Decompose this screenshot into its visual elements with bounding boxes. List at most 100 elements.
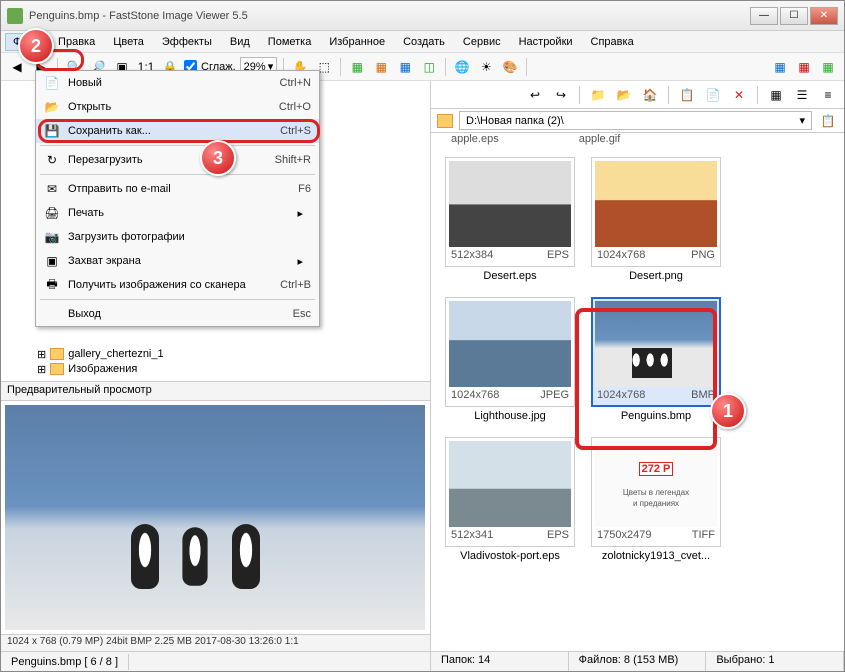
menu-help[interactable]: Справка — [583, 33, 642, 51]
sep — [340, 58, 341, 76]
status-folders: Папок: 14 — [431, 652, 569, 671]
menu-edit[interactable]: Правка — [50, 33, 103, 51]
menu-effects[interactable]: Эффекты — [154, 33, 220, 51]
thumb-image — [595, 161, 717, 247]
preview-image[interactable] — [5, 405, 425, 630]
path-input[interactable]: D:\Новая папка (2)\ ▾ — [459, 111, 812, 130]
delete-icon[interactable]: ✕ — [729, 85, 749, 105]
move-icon[interactable]: 📄 — [703, 85, 723, 105]
thumb-format: EPS — [547, 529, 569, 543]
menu-view[interactable]: Вид — [222, 33, 258, 51]
thumbnail-zolotnicky1913_cvet...[interactable]: 272 РЦветы в легендахи преданиях1750x247… — [591, 437, 721, 565]
menu-item-label: Захват экрана — [68, 255, 289, 267]
menu-item-label: Загрузить фотографии — [68, 231, 303, 243]
thumb-view-icon[interactable]: ▦ — [766, 85, 786, 105]
menu-item-icon: 💾 — [44, 123, 60, 139]
folder-icon — [50, 348, 64, 360]
thumbs-header: apple.eps apple.gif — [431, 133, 844, 151]
status-files: Файлов: 8 (153 MB) — [569, 652, 707, 671]
nav-fwd-icon[interactable]: ↪ — [551, 85, 571, 105]
col1: apple.eps — [451, 133, 499, 151]
folder-icon — [50, 363, 64, 375]
expand-icon[interactable]: ⊞ — [37, 348, 46, 361]
thumbnail-Vladivostok-port.eps[interactable]: 512x341EPS Vladivostok-port.eps — [445, 437, 575, 565]
menu-separator — [40, 174, 315, 175]
menu-favorites[interactable]: Избранное — [321, 33, 393, 51]
file-menu-dropdown: 📄 Новый Ctrl+N📂 Открыть Ctrl+O💾 Сохранит… — [35, 70, 320, 327]
thumbnail-Penguins.bmp[interactable]: 1024x768BMP Penguins.bmp — [591, 297, 721, 425]
tree-item[interactable]: ⊞ Изображения — [7, 362, 424, 377]
minimize-button[interactable]: — — [750, 7, 778, 25]
menu-item-загрузить-фотографии[interactable]: 📷 Загрузить фотографии — [36, 225, 319, 249]
col2: apple.gif — [579, 133, 621, 151]
status-file: Penguins.bmp [ 6 / 8 ] — [1, 654, 129, 670]
view2-icon[interactable]: ▦ — [794, 57, 814, 77]
close-button[interactable]: ✕ — [810, 7, 838, 25]
thumb-filename: Desert.png — [591, 267, 721, 285]
menu-item-новый[interactable]: 📄 Новый Ctrl+N — [36, 71, 319, 95]
menu-item-выход[interactable]: Выход Esc — [36, 302, 319, 326]
expand-icon[interactable]: ⊞ — [37, 363, 46, 376]
menu-item-печать[interactable]: 🖨 Печать ▸ — [36, 201, 319, 225]
menu-item-label: Отправить по e-mail — [68, 183, 290, 195]
menu-item-отправить-по-e-mail[interactable]: ✉ Отправить по e-mail F6 — [36, 177, 319, 201]
palette-icon[interactable]: 🎨 — [500, 57, 520, 77]
thumb-filename: Desert.eps — [445, 267, 575, 285]
nav-back-icon[interactable]: ↩ — [525, 85, 545, 105]
chevron-down-icon: ▾ — [799, 114, 805, 127]
titlebar: Penguins.bmp - FastStone Image Viewer 5.… — [1, 1, 844, 31]
view3-icon[interactable]: ▦ — [818, 57, 838, 77]
callout-3: 3 — [200, 140, 236, 176]
thumbnail-Desert.eps[interactable]: 512x384EPS Desert.eps — [445, 157, 575, 285]
tree-label: gallery_chertezni_1 — [68, 348, 163, 360]
maximize-button[interactable]: ☐ — [780, 7, 808, 25]
menu-item-label: Открыть — [68, 101, 271, 113]
pathbar: D:\Новая папка (2)\ ▾ 📋 — [431, 109, 844, 133]
tree-item[interactable]: ⊞ gallery_chertezni_1 — [7, 347, 424, 362]
menu-item-icon: 🖨 — [44, 205, 60, 221]
menu-item-icon: ↻ — [44, 152, 60, 168]
sun-icon[interactable]: ☀ — [476, 57, 496, 77]
menu-item-получить-изображения-со-сканера[interactable]: 🖶 Получить изображения со сканера Ctrl+B — [36, 273, 319, 297]
menu-item-label: Получить изображения со сканера — [68, 279, 272, 291]
thumbnail-Lighthouse.jpg[interactable]: 1024x768JPEG Lighthouse.jpg — [445, 297, 575, 425]
sep — [445, 58, 446, 76]
preview-panel — [1, 401, 430, 634]
menu-item-label: Печать — [68, 207, 289, 219]
thumb-dim: 1024x768 — [451, 389, 499, 403]
thumb-image — [449, 301, 571, 387]
menu-service[interactable]: Сервис — [455, 33, 509, 51]
tool-d-icon[interactable]: ◫ — [419, 57, 439, 77]
thumb-format: BMP — [691, 389, 715, 403]
menu-item-перезагрузить[interactable]: ↻ Перезагрузить Shift+R — [36, 148, 319, 172]
menu-create[interactable]: Создать — [395, 33, 453, 51]
menu-mark[interactable]: Пометка — [260, 33, 320, 51]
copy-icon[interactable]: 📋 — [677, 85, 697, 105]
view1-icon[interactable]: ▦ — [770, 57, 790, 77]
home-icon[interactable]: 🏠 — [640, 85, 660, 105]
tool-a-icon[interactable]: ▦ — [347, 57, 367, 77]
new-folder-icon[interactable]: 📂 — [614, 85, 634, 105]
list-view-icon[interactable]: ☰ — [792, 85, 812, 105]
thumbnail-grid[interactable]: 512x384EPS Desert.eps1024x768PNG Desert.… — [431, 151, 844, 651]
sep — [526, 58, 527, 76]
refresh-icon[interactable]: 📋 — [818, 111, 838, 131]
callout-1: 1 — [710, 393, 746, 429]
menu-item-label: Сохранить как... — [68, 125, 272, 137]
up-icon[interactable]: 📁 — [588, 85, 608, 105]
tool-c-icon[interactable]: ▦ — [395, 57, 415, 77]
tool-b-icon[interactable]: ▦ — [371, 57, 391, 77]
globe-icon[interactable]: 🌐 — [452, 57, 472, 77]
menu-item-захват-экрана[interactable]: ▣ Захват экрана ▸ — [36, 249, 319, 273]
detail-view-icon[interactable]: ≡ — [818, 85, 838, 105]
thumbnail-Desert.png[interactable]: 1024x768PNG Desert.png — [591, 157, 721, 285]
menu-item-открыть[interactable]: 📂 Открыть Ctrl+O — [36, 95, 319, 119]
menu-item-сохранить-как-[interactable]: 💾 Сохранить как... Ctrl+S — [36, 119, 319, 143]
right-panel: ↩ ↪ 📁 📂 🏠 📋 📄 ✕ ▦ ☰ ≡ D:\Новая папка (2)… — [431, 81, 844, 671]
callout-2: 2 — [18, 28, 54, 64]
statusbar-right: Папок: 14 Файлов: 8 (153 MB) Выбрано: 1 — [431, 651, 844, 671]
menu-item-shortcut: Ctrl+B — [280, 279, 311, 291]
menu-settings[interactable]: Настройки — [511, 33, 581, 51]
menu-colors[interactable]: Цвета — [105, 33, 152, 51]
thumb-dim: 1024x768 — [597, 249, 645, 263]
